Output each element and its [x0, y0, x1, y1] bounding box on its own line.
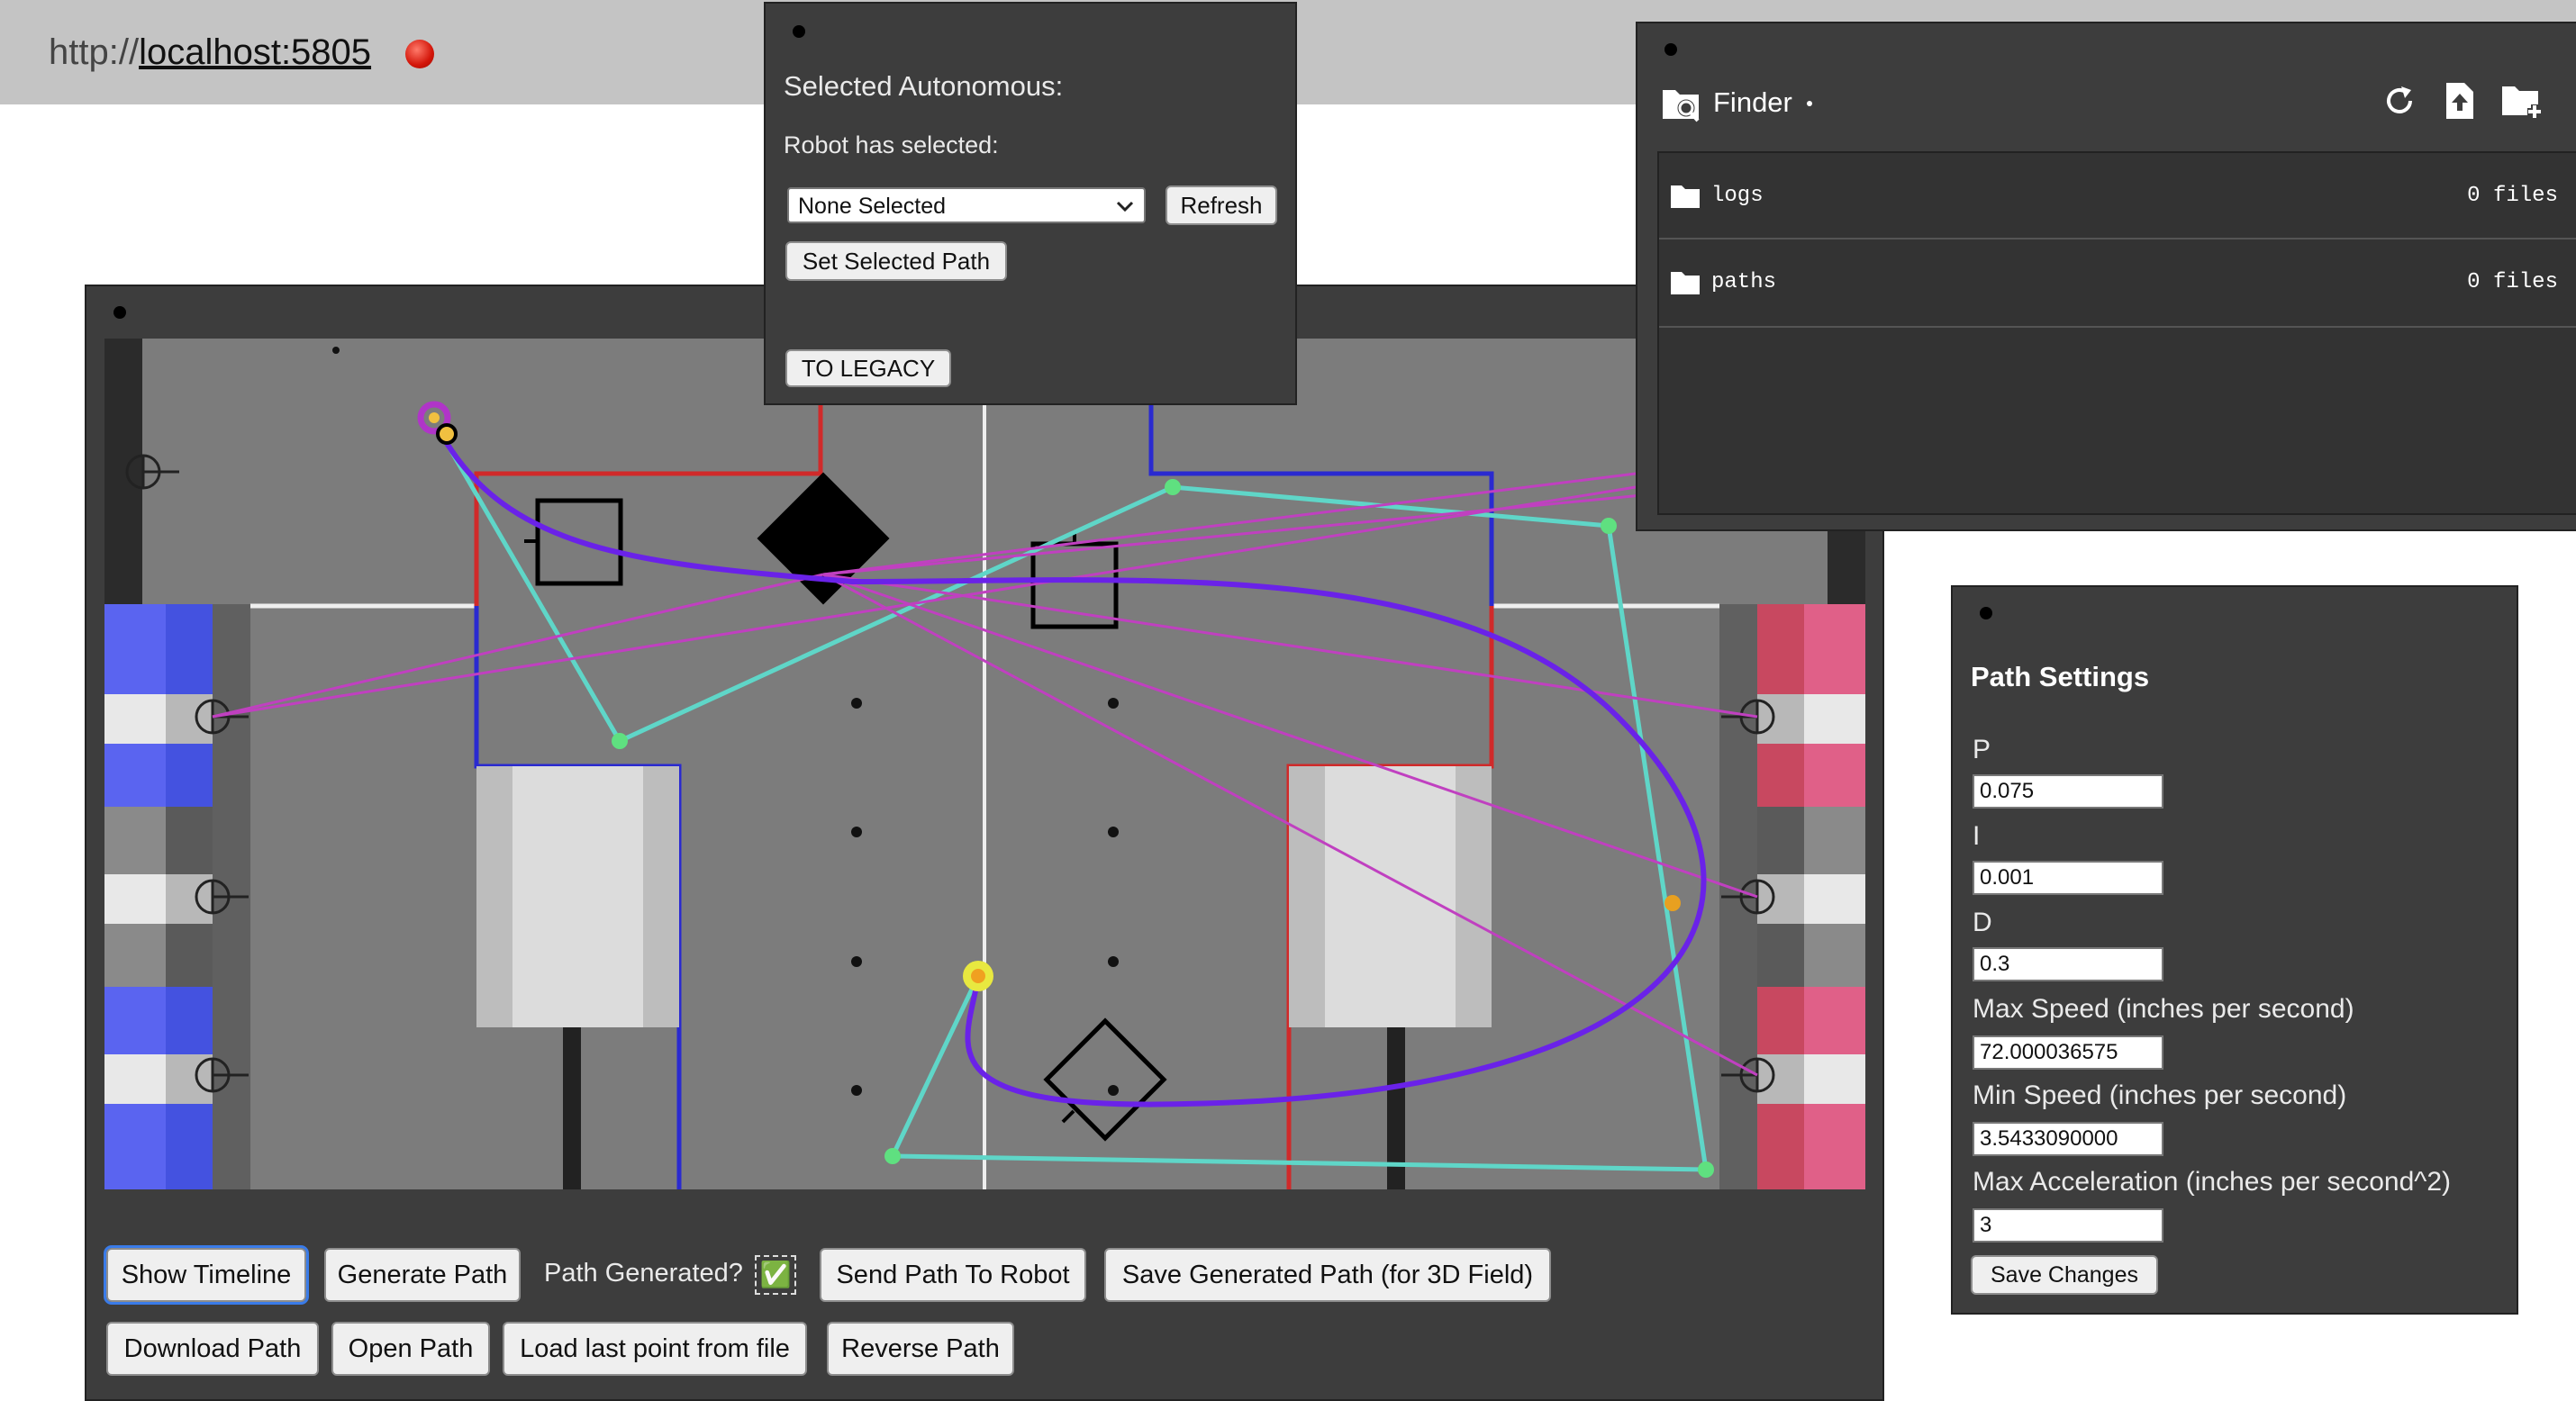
window-drag-handle[interactable]	[1664, 43, 1677, 56]
unsaved-dot-icon	[1807, 101, 1812, 106]
max-speed-label: Max Speed (inches per second)	[1973, 994, 2354, 1024]
finder-title: Finder	[1713, 86, 1792, 118]
send-path-to-robot-button[interactable]: Send Path To Robot	[820, 1248, 1086, 1302]
max-acceleration-label: Max Acceleration (inches per second^2)	[1973, 1167, 2452, 1197]
new-folder-icon[interactable]	[2500, 83, 2544, 121]
folder-file-count: 0 files	[2467, 270, 2558, 294]
max-speed-input[interactable]	[1973, 1035, 2163, 1070]
folder-icon	[1671, 272, 1700, 294]
set-selected-path-button[interactable]: Set Selected Path	[785, 241, 1007, 281]
i-label: I	[1973, 821, 1981, 851]
i-input[interactable]	[1973, 861, 2163, 895]
path-settings-title: Path Settings	[1971, 661, 2150, 692]
window-drag-handle[interactable]	[793, 25, 805, 38]
robot-selected-label: Robot has selected:	[784, 131, 999, 158]
folder-file-count: 0 files	[2467, 184, 2558, 208]
download-path-button[interactable]: Download Path	[106, 1322, 319, 1376]
folder-name: paths	[1711, 270, 1777, 294]
window-drag-handle[interactable]	[113, 306, 126, 319]
refresh-icon[interactable]	[2381, 83, 2417, 119]
folder-row-logs[interactable]: logs 0 files	[1659, 153, 2576, 240]
url-display[interactable]: http://localhost:5805	[49, 32, 371, 73]
folder-search-icon	[1663, 90, 1700, 122]
to-legacy-button[interactable]: TO LEGACY	[785, 349, 951, 387]
url-host[interactable]: localhost	[139, 32, 281, 72]
autonomous-select[interactable]: None Selected	[787, 187, 1146, 223]
min-speed-label: Min Speed (inches per second)	[1973, 1080, 2347, 1110]
url-port[interactable]: :5805	[281, 32, 371, 72]
field-canvas[interactable]	[104, 339, 1865, 1189]
d-label: D	[1973, 908, 1992, 937]
open-path-button[interactable]: Open Path	[331, 1322, 490, 1376]
generate-path-button[interactable]: Generate Path	[324, 1248, 521, 1302]
refresh-button[interactable]: Refresh	[1166, 185, 1277, 225]
folder-row-paths[interactable]: paths 0 files	[1659, 240, 2576, 328]
autonomous-panel: Selected Autonomous: Robot has selected:…	[764, 2, 1297, 405]
folder-icon	[1671, 185, 1700, 208]
finder-panel: Finder logs 0 files paths 0 files	[1636, 22, 2576, 531]
show-timeline-button[interactable]: Show Timeline	[104, 1245, 309, 1305]
reverse-path-button[interactable]: Reverse Path	[827, 1322, 1014, 1376]
window-drag-handle[interactable]	[1980, 607, 1992, 619]
path-generated-label: Path Generated?	[544, 1259, 743, 1288]
upload-file-icon[interactable]	[2443, 81, 2477, 121]
d-input[interactable]	[1973, 947, 2163, 981]
load-last-point-button[interactable]: Load last point from file	[503, 1322, 807, 1376]
save-generated-path-button[interactable]: Save Generated Path (for 3D Field)	[1104, 1248, 1551, 1302]
autonomous-select-value: None Selected	[798, 194, 947, 219]
autonomous-title: Selected Autonomous:	[784, 70, 1064, 102]
field-window: Show Timeline Generate Path Path Generat…	[85, 285, 1884, 1401]
save-changes-button[interactable]: Save Changes	[1971, 1255, 2158, 1295]
min-speed-input[interactable]	[1973, 1122, 2163, 1156]
max-acceleration-input[interactable]	[1973, 1208, 2163, 1243]
url-prefix: http://	[49, 32, 140, 72]
recording-indicator-icon	[405, 40, 434, 68]
p-input[interactable]	[1973, 774, 2163, 809]
p-label: P	[1973, 735, 1991, 764]
chevron-down-icon	[1116, 201, 1134, 212]
path-settings-panel: Path Settings P I D Max Speed (inches pe…	[1951, 585, 2518, 1315]
finder-list: logs 0 files paths 0 files	[1657, 151, 2576, 515]
folder-name: logs	[1711, 184, 1764, 208]
path-generated-checkbox[interactable]: ✅	[755, 1255, 796, 1295]
